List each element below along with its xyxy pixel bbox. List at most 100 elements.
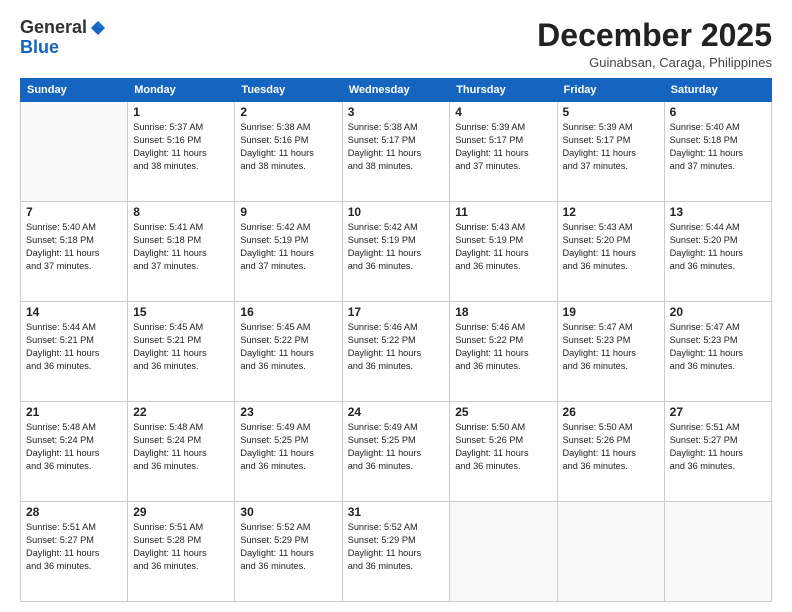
calendar-cell: 6 Sunrise: 5:40 AM Sunset: 5:18 PM Daylig… [664,102,771,202]
day-info: Sunrise: 5:43 AM Sunset: 5:20 PM Dayligh… [563,221,659,273]
calendar-cell: 19 Sunrise: 5:47 AM Sunset: 5:23 PM Dayli… [557,302,664,402]
day-number: 31 [348,505,445,519]
day-number: 20 [670,305,766,319]
day-info: Sunrise: 5:50 AM Sunset: 5:26 PM Dayligh… [455,421,551,473]
calendar-cell: 11 Sunrise: 5:43 AM Sunset: 5:19 PM Dayli… [450,202,557,302]
day-info: Sunrise: 5:45 AM Sunset: 5:21 PM Dayligh… [133,321,229,373]
day-number: 5 [563,105,659,119]
calendar-cell: 23 Sunrise: 5:49 AM Sunset: 5:25 PM Dayli… [235,402,342,502]
calendar-cell: 8Sunrise: 5:41 AM Sunset: 5:18 PM Daylig… [128,202,235,302]
day-number: 3 [348,105,445,119]
day-info: Sunrise: 5:51 AM Sunset: 5:27 PM Dayligh… [670,421,766,473]
calendar-cell: 29 Sunrise: 5:51 AM Sunset: 5:28 PM Dayli… [128,502,235,602]
day-info: Sunrise: 5:40 AM Sunset: 5:18 PM Dayligh… [670,121,766,173]
header: General Blue December 2025 Guinabsan, Ca… [20,18,772,70]
day-info: Sunrise: 5:41 AM Sunset: 5:18 PM Dayligh… [133,221,229,273]
page: General Blue December 2025 Guinabsan, Ca… [0,0,792,612]
calendar-cell: 12 Sunrise: 5:43 AM Sunset: 5:20 PM Dayli… [557,202,664,302]
calendar-week-2: 14 Sunrise: 5:44 AM Sunset: 5:21 PM Dayli… [21,302,772,402]
calendar-cell: 22Sunrise: 5:48 AM Sunset: 5:24 PM Dayli… [128,402,235,502]
header-friday: Friday [557,79,664,102]
header-monday: Monday [128,79,235,102]
calendar-cell: 3 Sunrise: 5:38 AM Sunset: 5:17 PM Daylig… [342,102,450,202]
day-info: Sunrise: 5:51 AM Sunset: 5:27 PM Dayligh… [26,521,122,573]
day-info: Sunrise: 5:49 AM Sunset: 5:25 PM Dayligh… [240,421,336,473]
calendar-cell [21,102,128,202]
day-number: 10 [348,205,445,219]
day-number: 29 [133,505,229,519]
day-number: 14 [26,305,122,319]
calendar-cell: 20 Sunrise: 5:47 AM Sunset: 5:23 PM Dayli… [664,302,771,402]
logo-icon [89,19,107,37]
day-number: 2 [240,105,336,119]
calendar: SundayMondayTuesdayWednesdayThursdayFrid… [20,78,772,602]
header-tuesday: Tuesday [235,79,342,102]
day-info: Sunrise: 5:40 AM Sunset: 5:18 PM Dayligh… [26,221,122,273]
day-info: Sunrise: 5:45 AM Sunset: 5:22 PM Dayligh… [240,321,336,373]
day-info: Sunrise: 5:48 AM Sunset: 5:24 PM Dayligh… [133,421,229,473]
day-info: Sunrise: 5:38 AM Sunset: 5:16 PM Dayligh… [240,121,336,173]
day-number: 27 [670,405,766,419]
calendar-cell: 24 Sunrise: 5:49 AM Sunset: 5:25 PM Dayli… [342,402,450,502]
calendar-cell: 30Sunrise: 5:52 AM Sunset: 5:29 PM Dayli… [235,502,342,602]
calendar-cell: 5 Sunrise: 5:39 AM Sunset: 5:17 PM Daylig… [557,102,664,202]
day-number: 23 [240,405,336,419]
day-number: 21 [26,405,122,419]
day-number: 11 [455,205,551,219]
day-info: Sunrise: 5:46 AM Sunset: 5:22 PM Dayligh… [455,321,551,373]
title-area: December 2025 Guinabsan, Caraga, Philipp… [537,18,772,70]
calendar-week-0: 1Sunrise: 5:37 AM Sunset: 5:16 PM Daylig… [21,102,772,202]
day-number: 16 [240,305,336,319]
day-info: Sunrise: 5:38 AM Sunset: 5:17 PM Dayligh… [348,121,445,173]
calendar-cell: 15 Sunrise: 5:45 AM Sunset: 5:21 PM Dayli… [128,302,235,402]
day-number: 19 [563,305,659,319]
day-info: Sunrise: 5:44 AM Sunset: 5:20 PM Dayligh… [670,221,766,273]
day-number: 24 [348,405,445,419]
day-number: 25 [455,405,551,419]
day-info: Sunrise: 5:50 AM Sunset: 5:26 PM Dayligh… [563,421,659,473]
day-number: 1 [133,105,229,119]
calendar-cell: 17 Sunrise: 5:46 AM Sunset: 5:22 PM Dayli… [342,302,450,402]
calendar-cell: 31Sunrise: 5:52 AM Sunset: 5:29 PM Dayli… [342,502,450,602]
calendar-cell: 27 Sunrise: 5:51 AM Sunset: 5:27 PM Dayli… [664,402,771,502]
calendar-cell: 1Sunrise: 5:37 AM Sunset: 5:16 PM Daylig… [128,102,235,202]
calendar-cell: 7 Sunrise: 5:40 AM Sunset: 5:18 PM Daylig… [21,202,128,302]
calendar-cell: 25 Sunrise: 5:50 AM Sunset: 5:26 PM Dayli… [450,402,557,502]
day-number: 4 [455,105,551,119]
day-info: Sunrise: 5:47 AM Sunset: 5:23 PM Dayligh… [563,321,659,373]
day-info: Sunrise: 5:47 AM Sunset: 5:23 PM Dayligh… [670,321,766,373]
day-number: 28 [26,505,122,519]
calendar-cell: 26Sunrise: 5:50 AM Sunset: 5:26 PM Dayli… [557,402,664,502]
day-number: 6 [670,105,766,119]
day-info: Sunrise: 5:42 AM Sunset: 5:19 PM Dayligh… [348,221,445,273]
header-saturday: Saturday [664,79,771,102]
day-info: Sunrise: 5:52 AM Sunset: 5:29 PM Dayligh… [240,521,336,573]
day-info: Sunrise: 5:44 AM Sunset: 5:21 PM Dayligh… [26,321,122,373]
day-info: Sunrise: 5:46 AM Sunset: 5:22 PM Dayligh… [348,321,445,373]
header-wednesday: Wednesday [342,79,450,102]
calendar-header-row: SundayMondayTuesdayWednesdayThursdayFrid… [21,79,772,102]
logo-blue: Blue [20,38,59,58]
day-number: 9 [240,205,336,219]
calendar-cell [664,502,771,602]
day-number: 17 [348,305,445,319]
day-number: 7 [26,205,122,219]
location: Guinabsan, Caraga, Philippines [537,55,772,70]
calendar-cell [557,502,664,602]
day-number: 15 [133,305,229,319]
day-info: Sunrise: 5:49 AM Sunset: 5:25 PM Dayligh… [348,421,445,473]
calendar-cell: 4Sunrise: 5:39 AM Sunset: 5:17 PM Daylig… [450,102,557,202]
day-info: Sunrise: 5:51 AM Sunset: 5:28 PM Dayligh… [133,521,229,573]
month-title: December 2025 [537,18,772,53]
day-info: Sunrise: 5:43 AM Sunset: 5:19 PM Dayligh… [455,221,551,273]
calendar-cell: 13Sunrise: 5:44 AM Sunset: 5:20 PM Dayli… [664,202,771,302]
calendar-cell: 9 Sunrise: 5:42 AM Sunset: 5:19 PM Daylig… [235,202,342,302]
day-info: Sunrise: 5:39 AM Sunset: 5:17 PM Dayligh… [563,121,659,173]
calendar-cell: 18Sunrise: 5:46 AM Sunset: 5:22 PM Dayli… [450,302,557,402]
day-info: Sunrise: 5:48 AM Sunset: 5:24 PM Dayligh… [26,421,122,473]
calendar-cell: 16 Sunrise: 5:45 AM Sunset: 5:22 PM Dayli… [235,302,342,402]
calendar-week-1: 7 Sunrise: 5:40 AM Sunset: 5:18 PM Daylig… [21,202,772,302]
day-number: 12 [563,205,659,219]
calendar-cell: 2 Sunrise: 5:38 AM Sunset: 5:16 PM Daylig… [235,102,342,202]
day-info: Sunrise: 5:42 AM Sunset: 5:19 PM Dayligh… [240,221,336,273]
